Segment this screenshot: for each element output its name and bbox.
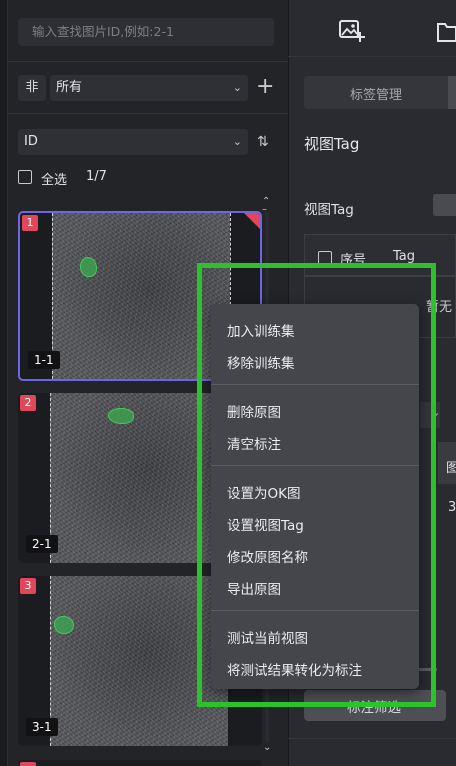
sort-select-value: ID — [24, 134, 38, 149]
image-name: 2-1 — [26, 535, 58, 553]
column-partial-label: 图 — [446, 461, 456, 476]
annotation-region — [108, 408, 134, 424]
view-tag-input[interactable] — [433, 194, 456, 216]
tab-tag-management[interactable]: 标签管理 — [350, 84, 402, 103]
left-edge-strip — [0, 0, 8, 766]
section-title: 视图Tag — [304, 135, 360, 153]
select-all-checkbox[interactable] — [18, 170, 32, 184]
filter-not-button[interactable]: 非 — [18, 75, 46, 101]
image-index-badge: 2 — [20, 395, 36, 411]
filter-select[interactable]: 所有 ⌄ — [50, 75, 248, 101]
annotation-region — [80, 257, 97, 277]
image-name: 3-1 — [26, 718, 58, 736]
page-count: 1/7 — [86, 169, 107, 184]
search-input[interactable]: 输入查找图片ID,例如:2-1 — [18, 18, 274, 46]
filter-select-value: 所有 — [56, 80, 83, 95]
plus-icon[interactable]: + — [256, 74, 274, 100]
image-index-badge: 3 — [20, 578, 36, 594]
field-label: 视图Tag — [304, 202, 354, 218]
select-all-label[interactable]: 全选 — [41, 169, 67, 188]
sort-select[interactable]: ID ⌄ — [18, 129, 248, 155]
column-tag: Tag — [393, 249, 416, 264]
divider — [288, 738, 456, 739]
divider — [8, 113, 288, 114]
folder-add-icon[interactable] — [436, 18, 456, 50]
image-index-badge: 1 — [22, 215, 38, 231]
chevron-down-icon: ⌄ — [232, 81, 242, 94]
image-name: 1-1 — [28, 351, 60, 369]
image-index-badge — [20, 762, 36, 766]
corner-flag — [244, 213, 260, 229]
add-image-icon[interactable] — [338, 18, 366, 50]
chevron-down-icon: ⌄ — [232, 135, 242, 148]
tab-next[interactable] — [448, 76, 456, 109]
divider — [288, 56, 456, 57]
divider — [8, 61, 288, 62]
scroll-down-icon[interactable]: ⌄ — [263, 742, 271, 753]
annotation-region — [54, 616, 74, 634]
highlight-box — [197, 263, 436, 707]
cell-value: 3 — [448, 500, 456, 515]
image-thumbnail[interactable] — [18, 760, 262, 766]
sort-icon[interactable]: ⇅ — [257, 134, 269, 150]
